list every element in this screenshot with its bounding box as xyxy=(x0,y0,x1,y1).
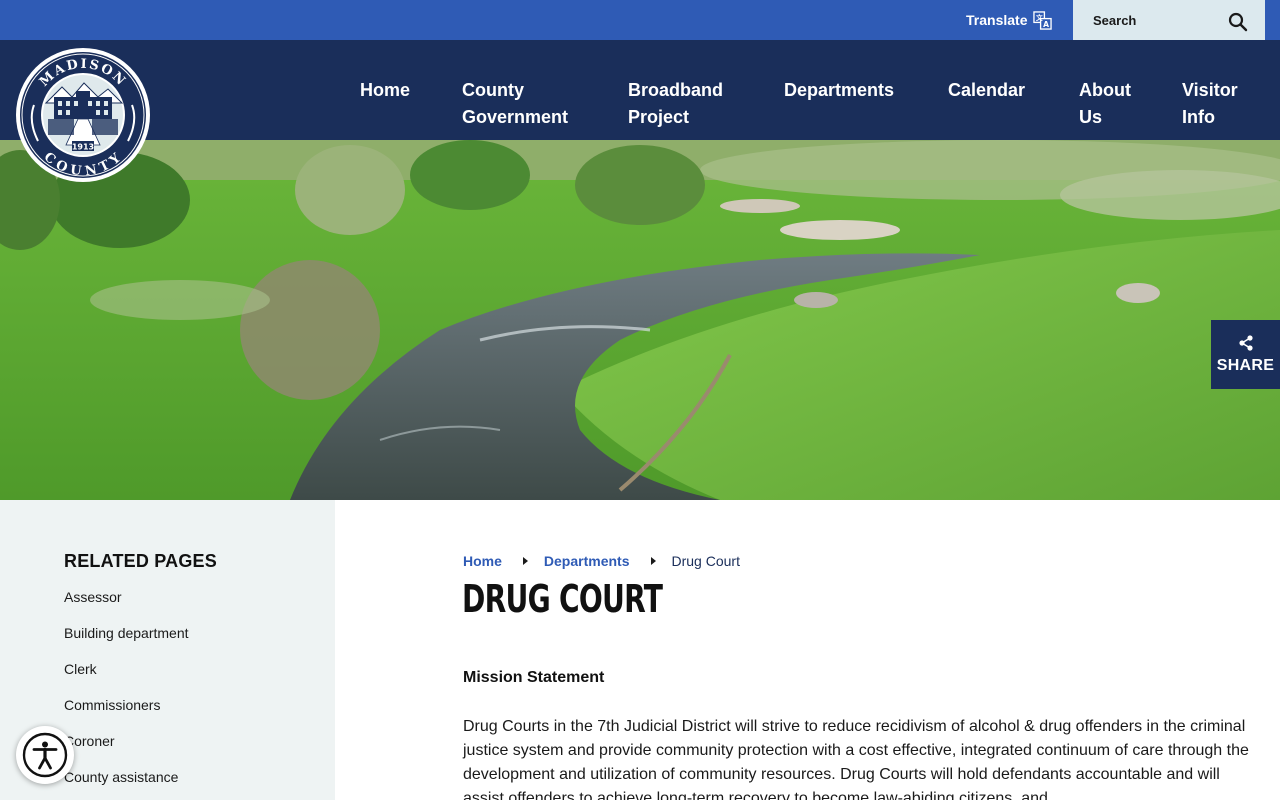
related-pages-title: RELATED PAGES xyxy=(64,551,217,571)
hero-landscape-image xyxy=(0,140,1280,500)
related-pages-list: Assessor Building department Clerk Commi… xyxy=(64,586,189,800)
nav-label: Broadband xyxy=(628,80,724,100)
main-navigation: Home County Government Broadband Project… xyxy=(0,40,1280,140)
nav-visitor-info[interactable]: Visitor Info xyxy=(1182,77,1238,131)
breadcrumb: Home Departments Drug Court xyxy=(463,551,740,571)
translate-icon: 文 A xyxy=(1033,10,1053,30)
related-link-building-department[interactable]: Building department xyxy=(64,622,189,658)
nav-label: Departments xyxy=(784,80,895,100)
share-label: SHARE xyxy=(1216,356,1275,374)
nav-label: Government xyxy=(462,107,569,127)
nav-label: Info xyxy=(1182,107,1215,127)
page-title: DRUG COURT xyxy=(462,577,663,621)
translate-label: Translate xyxy=(966,12,1028,28)
nav-label: Visitor xyxy=(1182,80,1238,100)
breadcrumb-departments[interactable]: Departments xyxy=(544,553,630,569)
mission-text: Drug Courts in the 7th Judicial District… xyxy=(463,718,1249,800)
county-seal-logo[interactable]: MADISON COUNTY 1913 xyxy=(14,45,152,185)
translate-button[interactable]: Translate 文 A xyxy=(966,10,1053,30)
utility-bar: Translate 文 A xyxy=(0,0,1280,40)
svg-text:A: A xyxy=(1044,20,1050,29)
mission-heading: Mission Statement xyxy=(463,669,605,686)
nav-calendar[interactable]: Calendar xyxy=(948,77,1025,104)
related-link-county-assistance[interactable]: County assistance xyxy=(64,766,189,800)
related-link-assessor[interactable]: Assessor xyxy=(64,586,189,622)
breadcrumb-current: Drug Court xyxy=(671,553,740,569)
nav-label: About xyxy=(1079,80,1131,100)
nav-county-government[interactable]: County Government xyxy=(462,77,568,131)
accessibility-button[interactable] xyxy=(16,726,74,784)
nav-home[interactable]: Home xyxy=(360,77,410,104)
nav-label: Us xyxy=(1079,107,1103,127)
related-link-commissioners[interactable]: Commissioners xyxy=(64,694,189,730)
nav-label: Calendar xyxy=(948,80,1026,100)
svg-text:文: 文 xyxy=(1037,13,1044,22)
nav-broadband-project[interactable]: Broadband Project xyxy=(628,77,723,131)
nav-label: Home xyxy=(360,80,411,100)
search-icon[interactable] xyxy=(1228,12,1248,32)
accessibility-icon xyxy=(22,732,68,778)
breadcrumb-home[interactable]: Home xyxy=(463,553,502,569)
breadcrumb-separator-icon xyxy=(522,557,528,565)
nav-label: Project xyxy=(628,107,690,127)
share-icon xyxy=(1238,334,1253,351)
seal-year: 1913 xyxy=(72,143,94,152)
search-box xyxy=(1073,0,1265,40)
search-input[interactable] xyxy=(1073,0,1213,40)
nav-label: County xyxy=(462,80,524,100)
share-button[interactable]: SHARE xyxy=(1211,320,1280,389)
related-link-clerk[interactable]: Clerk xyxy=(64,658,189,694)
nav-about-us[interactable]: About Us xyxy=(1079,77,1131,131)
breadcrumb-separator-icon xyxy=(650,557,656,565)
nav-departments[interactable]: Departments xyxy=(784,77,894,104)
related-link-coroner[interactable]: Coroner xyxy=(64,730,189,766)
